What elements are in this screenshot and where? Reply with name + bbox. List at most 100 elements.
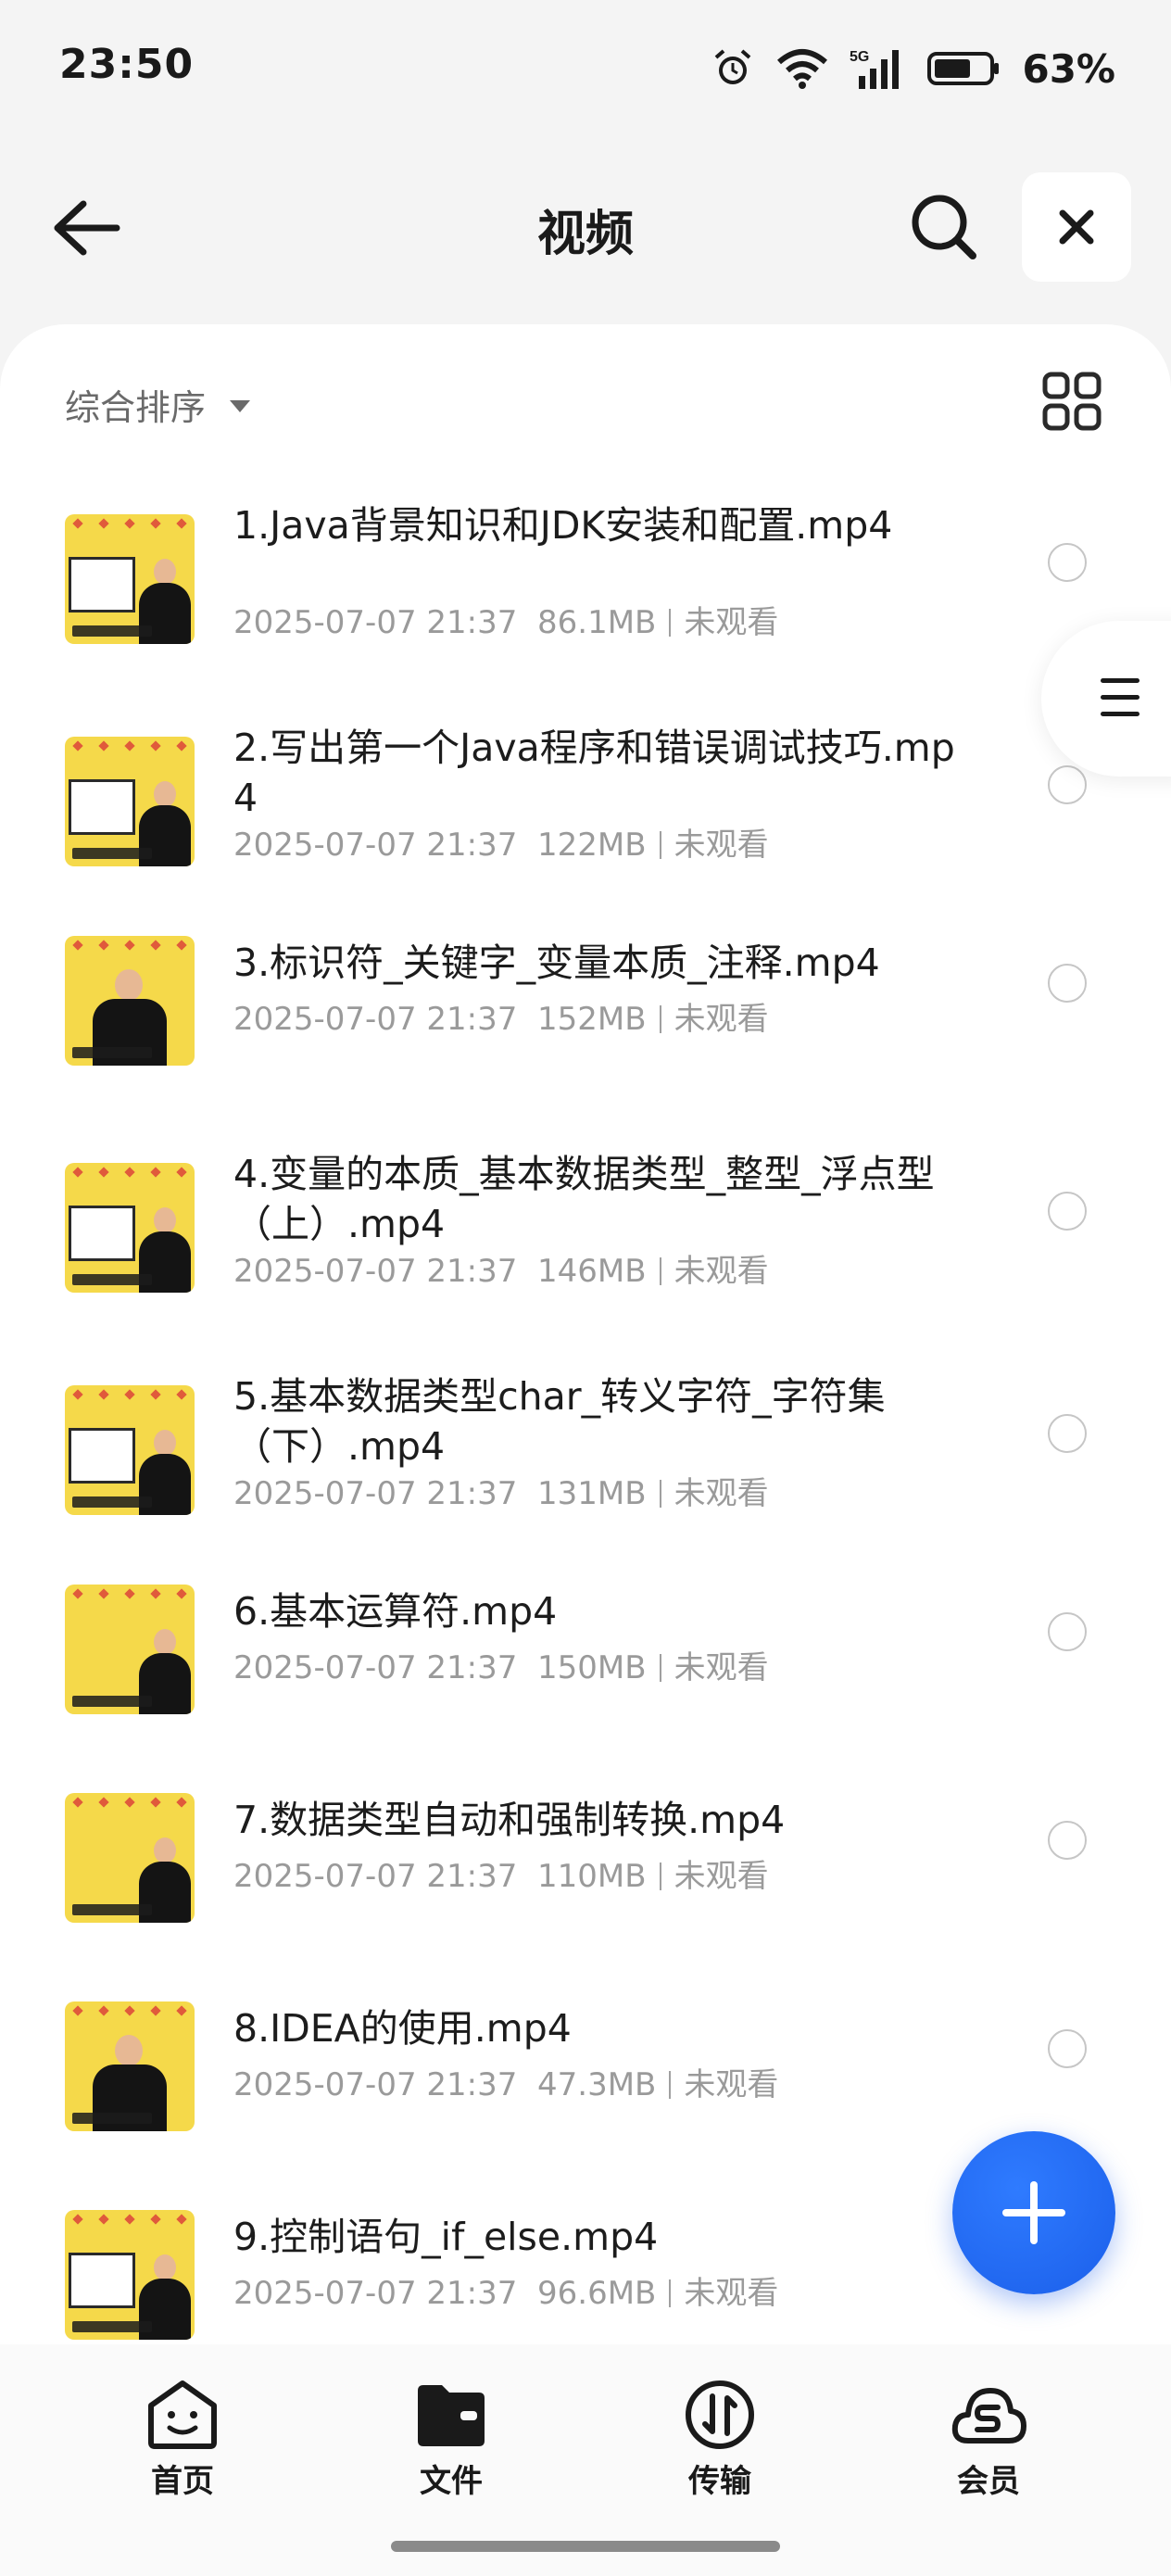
watch-status: 未观看 [674, 1475, 769, 1512]
file-row[interactable]: 4.变量的本质_基本数据类型_整型_浮点型（上）.mp4 2025-07-07 2… [0, 1149, 1171, 1334]
nav-home[interactable]: 首页 [122, 2378, 243, 2501]
file-size: 86.1MB [537, 604, 657, 641]
select-radio[interactable] [1048, 1612, 1087, 1651]
video-thumbnail [65, 2210, 195, 2340]
add-button[interactable] [952, 2131, 1115, 2294]
divider [669, 609, 672, 637]
file-size: 47.3MB [537, 2066, 657, 2103]
wifi-icon [777, 49, 828, 89]
file-size: 122MB [537, 827, 647, 864]
select-radio[interactable] [1048, 1414, 1087, 1453]
close-button[interactable] [1022, 172, 1131, 282]
nav-vip[interactable]: 会员 [928, 2378, 1049, 2501]
file-list-card: 综合排序 1.Java背景知识和JDK安装和配置.mp4 2025-07-07 2… [0, 324, 1171, 2344]
file-meta: 2025-07-07 21:37 122MB 未观看 [233, 819, 769, 865]
watch-status: 未观看 [674, 827, 769, 864]
sort-label: 综合排序 [65, 386, 207, 428]
close-icon [1059, 209, 1094, 245]
file-name: 6.基本运算符.mp4 [233, 1589, 558, 1634]
select-radio[interactable] [1048, 543, 1087, 582]
search-button[interactable] [908, 191, 978, 261]
file-name: 5.基本数据类型char_转义字符_字符集（下）.mp4 [233, 1374, 886, 1469]
watch-status: 未观看 [684, 2275, 779, 2312]
file-meta: 2025-07-07 21:37 110MB 未观看 [233, 1850, 769, 1896]
caret-down-icon [230, 399, 251, 412]
home-face-icon [148, 2380, 217, 2449]
video-thumbnail [65, 514, 195, 644]
status-time: 23:50 [59, 41, 195, 88]
file-date: 2025-07-07 21:37 [233, 1475, 518, 1512]
file-name: 4.变量的本质_基本数据类型_整型_浮点型（上）.mp4 [233, 1152, 935, 1246]
file-meta: 2025-07-07 21:37 96.6MB 未观看 [233, 2267, 778, 2313]
watch-status: 未观看 [674, 1858, 769, 1895]
home-indicator[interactable] [391, 2541, 780, 2552]
file-row[interactable]: 3.标识符_关键字_变量本质_注释.mp4 2025-07-07 21:37 15… [0, 936, 1171, 1121]
video-thumbnail [65, 737, 195, 866]
divider [659, 1863, 661, 1890]
file-meta: 2025-07-07 21:37 150MB 未观看 [233, 1642, 769, 1687]
select-radio[interactable] [1048, 1192, 1087, 1231]
watch-status: 未观看 [674, 1001, 769, 1038]
file-meta: 2025-07-07 21:37 86.1MB 未观看 [233, 597, 778, 642]
file-size: 96.6MB [537, 2275, 657, 2312]
battery-icon [927, 52, 1000, 85]
watch-status: 未观看 [684, 2066, 779, 2103]
divider [659, 1654, 661, 1682]
nav-files[interactable]: 文件 [391, 2378, 511, 2501]
video-thumbnail [65, 2001, 195, 2131]
file-meta: 2025-07-07 21:37 152MB 未观看 [233, 993, 769, 1039]
grid-view-button[interactable] [1041, 371, 1102, 432]
file-name: 8.IDEA的使用.mp4 [233, 2006, 572, 2051]
transfer-icon [686, 2380, 754, 2449]
top-bar: 视频 [0, 167, 1171, 287]
select-radio[interactable] [1048, 964, 1087, 1003]
file-row[interactable]: 7.数据类型自动和强制转换.mp4 2025-07-07 21:37 110MB 未… [0, 1793, 1171, 1978]
nav-label: 传输 [688, 2463, 751, 2500]
file-row[interactable]: 5.基本数据类型char_转义字符_字符集（下）.mp4 2025-07-07 2… [0, 1371, 1171, 1557]
select-radio[interactable] [1048, 2029, 1087, 2068]
file-name: 9.控制语句_if_else.mp4 [233, 2215, 659, 2259]
file-date: 2025-07-07 21:37 [233, 2275, 518, 2312]
status-bar: 23:50 5G 63% [0, 0, 1171, 139]
file-size: 131MB [537, 1475, 647, 1512]
file-date: 2025-07-07 21:37 [233, 1253, 518, 1290]
file-row[interactable]: 6.基本运算符.mp4 2025-07-07 21:37 150MB 未观看 [0, 1585, 1171, 1770]
divider [659, 831, 661, 859]
file-size: 152MB [537, 1001, 647, 1038]
video-thumbnail [65, 1385, 195, 1515]
divider [659, 1005, 661, 1033]
file-date: 2025-07-07 21:37 [233, 1858, 518, 1895]
watch-status: 未观看 [684, 604, 779, 641]
sort-dropdown[interactable]: 综合排序 [65, 376, 251, 432]
battery-percent: 63% [1022, 45, 1115, 92]
menu-line-icon [1101, 678, 1140, 683]
file-row[interactable]: 1.Java背景知识和JDK安装和配置.mp4 2025-07-07 21:37 … [0, 500, 1171, 686]
nav-label: 文件 [420, 2463, 483, 2500]
video-thumbnail [65, 1163, 195, 1293]
file-name: 2.写出第一个Java程序和错误调试技巧.mp4 [233, 726, 955, 820]
file-meta: 2025-07-07 21:37 47.3MB 未观看 [233, 2059, 778, 2104]
menu-line-icon [1101, 712, 1140, 716]
vip-cloud-icon [951, 2388, 1026, 2443]
grid-icon [1042, 372, 1102, 431]
divider [659, 1480, 661, 1508]
select-radio[interactable] [1048, 1821, 1087, 1860]
divider [659, 1257, 661, 1285]
network-type: 5G [850, 49, 869, 65]
folder-icon [418, 2385, 485, 2446]
search-icon [912, 195, 976, 259]
file-size: 150MB [537, 1649, 647, 1686]
file-size: 146MB [537, 1253, 647, 1290]
select-radio[interactable] [1048, 765, 1087, 804]
menu-line-icon [1101, 695, 1140, 700]
divider [669, 2071, 672, 2099]
video-thumbnail [65, 1793, 195, 1923]
file-row[interactable]: 2.写出第一个Java程序和错误调试技巧.mp4 2025-07-07 21:37… [0, 723, 1171, 908]
file-meta: 2025-07-07 21:37 146MB 未观看 [233, 1245, 769, 1291]
file-name: 3.标识符_关键字_变量本质_注释.mp4 [233, 941, 880, 985]
file-date: 2025-07-07 21:37 [233, 2066, 518, 2103]
file-name: 1.Java背景知识和JDK安装和配置.mp4 [233, 503, 893, 548]
nav-transfer[interactable]: 传输 [660, 2378, 780, 2501]
cellular-signal-icon: 5G [850, 49, 900, 89]
nav-label: 首页 [151, 2463, 214, 2500]
